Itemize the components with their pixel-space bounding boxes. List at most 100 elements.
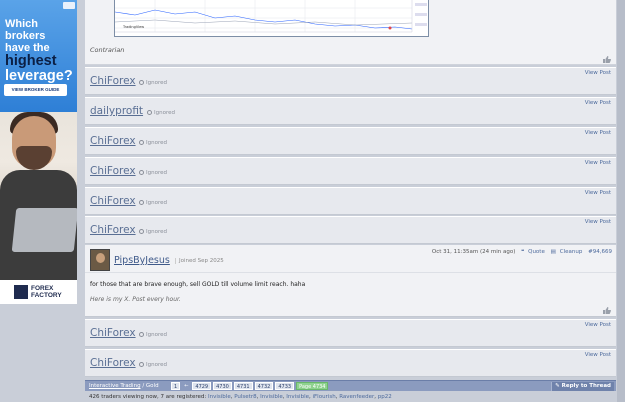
ad-brand-line: FOREX [31,285,54,292]
thumbs-up-icon[interactable] [603,56,611,63]
reply-to-thread-button[interactable]: ✎ Reply to Thread [551,382,614,391]
post-timestamp: Oct 31, 11:35am (24 min ago) [431,249,516,255]
ad-brand-line: FACTORY [31,292,62,299]
eye-icon [139,140,144,145]
ad-laptop [11,208,77,252]
chart-brand-label: TradingView [122,25,144,29]
breadcrumb-separator: / [142,383,145,389]
quote-button[interactable]: ❝ Quote [521,249,545,255]
viewer-link[interactable]: Invisible [208,394,231,400]
post-caption: Contrarian [90,46,125,54]
view-post-link[interactable]: View Post [585,100,611,106]
page-prev-link[interactable]: ← [182,382,190,390]
cleanup-button[interactable]: ▤ Cleanup [551,249,583,255]
view-post-link[interactable]: View Post [585,322,611,328]
ignored-label: Ignored [146,200,167,206]
forex-factory-logo-icon [14,285,28,299]
eye-icon [139,200,144,205]
eye-icon [139,170,144,175]
ignored-label: Ignored [146,332,167,338]
reply-label: Reply to Thread [561,383,611,389]
breadcrumb: Interactive Trading / Gold [89,383,159,389]
ignored-tag: Ignored [139,170,167,176]
ignored-post-row: ChiForex Ignored View Post [85,349,616,377]
ignored-tag: Ignored [139,80,167,86]
view-post-link[interactable]: View Post [585,70,611,76]
post-author-link[interactable]: ChiForex [90,75,136,87]
forum-post: PipsByJesus Joined Sep 2025 Oct 31, 11:3… [85,245,616,317]
thread-nav-bar: Interactive Trading / Gold 1 ← 4729 4730… [85,380,616,391]
current-page: Page 4734 [296,382,329,390]
viewer-link[interactable]: Invisible [286,394,309,400]
quote-label: Quote [528,249,545,255]
page-link[interactable]: 4729 [192,382,212,390]
thumbs-up-icon[interactable] [603,307,611,314]
viewers-count: 426 traders viewing now, 7 are registere… [89,394,207,400]
view-post-link[interactable]: View Post [585,160,611,166]
ad-line: highest [5,53,57,69]
ad-headline: Which brokers have the highest leverage? [5,18,75,84]
post-meta: Oct 31, 11:35am (24 min ago) ❝ Quote ▤ Cle… [428,249,612,255]
ignored-label: Ignored [146,80,167,86]
ad-choices-icon[interactable] [63,2,75,9]
post-author-link[interactable]: ChiForex [90,327,136,339]
ad-brand-bar: FOREX FACTORY [0,280,77,304]
post-author-link[interactable]: dailyprofit [90,105,143,117]
ignored-tag: Ignored [139,332,167,338]
price-chart: TradingView [115,0,427,33]
cleanup-label: Cleanup [559,249,583,255]
ignored-tag: Ignored [139,229,167,235]
post-author-link[interactable]: ChiForex [90,165,136,177]
viewer-link[interactable]: Ravenfeeder [339,394,374,400]
avatar[interactable] [90,249,110,271]
post-author-link[interactable]: PipsByJesus [114,255,170,266]
post-author-link[interactable]: ChiForex [90,195,136,207]
ad-cta-button[interactable]: VIEW BROKER GUIDE [4,84,67,96]
view-post-link[interactable]: View Post [585,352,611,358]
eye-icon [139,80,144,85]
breadcrumb-current: Gold [145,383,159,389]
page-link[interactable]: 4731 [233,382,253,390]
pagination: 1 ← 4729 4730 4731 4732 4733 Page 4734 [171,382,330,391]
broker-advertisement[interactable]: Which brokers have the highest leverage?… [0,0,77,304]
page-link[interactable]: 4730 [213,382,232,390]
post-header: PipsByJesus Joined Sep 2025 Oct 31, 11:3… [85,245,616,273]
ignored-post-row: ChiForex Ignored View Post [85,319,616,347]
page-link[interactable]: 4733 [275,382,295,390]
ignored-post-row: ChiForex Ignored View Post [85,187,616,215]
ignored-tag: Ignored [139,362,167,368]
post-author-link[interactable]: ChiForex [90,135,136,147]
page-link[interactable]: 4732 [254,382,274,390]
ignored-post-row: ChiForex Ignored View Post [85,67,616,95]
viewer-link[interactable]: pp22 [378,394,392,400]
ignored-tag: Ignored [139,200,167,206]
view-post-link[interactable]: View Post [585,130,611,136]
viewer-link[interactable]: Pulsetr8 [234,394,256,400]
ignored-tag: Ignored [147,110,175,116]
viewer-link[interactable]: iFlourish [312,394,335,400]
eye-icon [139,229,144,234]
thread-content: TradingView Contrarian ChiForex Ignored … [85,0,616,402]
ignored-tag: Ignored [139,140,167,146]
post-signature: Here is my X. Post every hour. [90,296,181,303]
post-body: for those that are brave enough, sell GO… [90,281,306,288]
eye-icon [139,362,144,367]
ad-line: Which brokers [5,18,46,42]
page-scrollbar[interactable] [617,0,625,402]
view-post-link[interactable]: View Post [585,219,611,225]
ad-brand-name: FOREX FACTORY [31,285,62,299]
post-author-link[interactable]: ChiForex [90,224,136,236]
page-link[interactable]: 1 [171,382,181,390]
eye-icon [139,332,144,337]
ignored-post-row: dailyprofit Ignored View Post [85,97,616,125]
view-post-link[interactable]: View Post [585,190,611,196]
post-number-link[interactable]: #94,669 [588,249,612,255]
viewers-line: 426 traders viewing now, 7 are registere… [89,394,392,400]
ignored-label: Ignored [146,229,167,235]
ad-line: leverage? [5,68,73,84]
viewer-link[interactable]: Invisible [260,394,283,400]
ignored-label: Ignored [146,362,167,368]
post-author-link[interactable]: ChiForex [90,357,136,369]
breadcrumb-forum-link[interactable]: Interactive Trading [89,383,141,389]
chart-attachment[interactable]: TradingView [114,0,429,37]
